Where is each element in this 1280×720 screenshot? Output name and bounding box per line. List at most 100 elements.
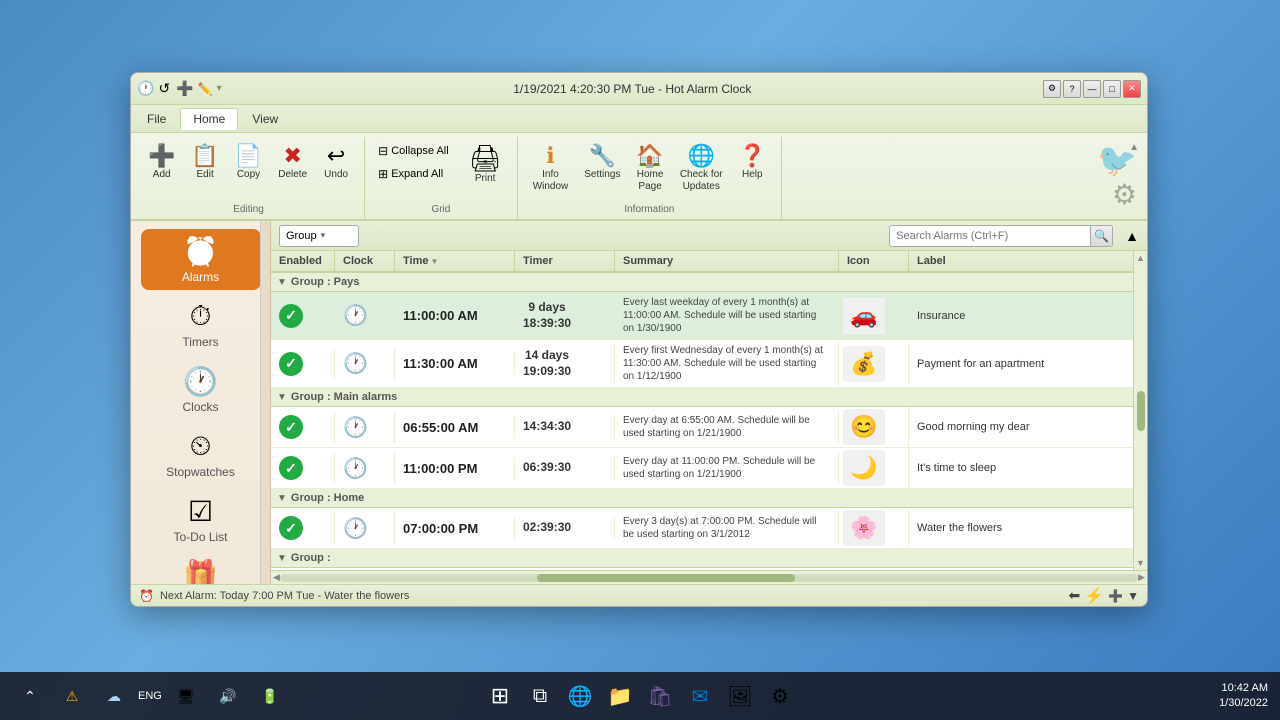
scroll-up-arrow[interactable]: ▲ — [1136, 253, 1145, 263]
check-updates-button[interactable]: 🌐 Check forUpdates — [673, 141, 730, 197]
label-cell: Insurance — [909, 306, 1133, 326]
search-input[interactable] — [890, 230, 1090, 242]
help-button[interactable]: ❓ Help — [732, 141, 773, 185]
arrow-left-icon[interactable]: ⬅ — [1069, 587, 1081, 604]
ribbon-editing-group: ➕ Add 📋 Edit 📄 Copy ✖ Delete ↩ Undo — [133, 137, 365, 219]
summary-text: Every 3 day(s) at 7:00:00 PM. Schedule w… — [623, 515, 830, 541]
group-main-toggle[interactable]: ▼ — [277, 392, 287, 403]
volume-icon[interactable]: 🔊 — [210, 678, 246, 714]
info-window-button[interactable]: ℹ InfoWindow — [526, 141, 576, 197]
battery-icon[interactable]: 🔋 — [252, 678, 288, 714]
taskbar-time-display[interactable]: 10:42 AM 1/30/2022 — [1219, 681, 1268, 712]
sidebar-scrollbar[interactable] — [260, 221, 270, 584]
group-home-toggle[interactable]: ▼ — [277, 493, 287, 504]
alarm-thumbnail: 🌙 — [843, 450, 885, 486]
sidebar-item-alarms[interactable]: ⏰ Alarms — [141, 229, 261, 290]
settings-icon[interactable]: ⚙ — [1043, 80, 1061, 98]
expand-all-button[interactable]: ⊞ Expand All — [371, 164, 456, 184]
scroll-right-arrow[interactable]: ▶ — [1138, 572, 1145, 583]
quick-back-btn[interactable]: ↺ — [158, 80, 170, 97]
edit-button[interactable]: 📋 Edit — [184, 141, 225, 185]
home-icon: 🏠 — [636, 145, 663, 167]
close-button[interactable]: ✕ — [1123, 80, 1141, 98]
alarms-icon: ⏰ — [183, 235, 218, 268]
sidebar-item-timers[interactable]: ⏱ Timers — [141, 294, 261, 355]
add-label: Add — [153, 169, 171, 181]
undo-button[interactable]: ↩ Undo — [316, 141, 356, 185]
status-clock-icon: ⏰ — [139, 589, 154, 603]
monitor-icon[interactable]: 🖥 — [168, 678, 204, 714]
group-pays-row: ▼ Group : Pays — [271, 273, 1133, 292]
menu-home[interactable]: Home — [180, 108, 238, 130]
sidebar-item-todo[interactable]: ☑ To-Do List — [141, 489, 261, 550]
lightning-icon[interactable]: ⚡ — [1084, 586, 1104, 606]
sidebar-item-stopwatches[interactable]: ⏲ Stopwatches — [141, 424, 261, 485]
check-enabled-icon: ✓ — [279, 516, 303, 540]
sidebar-gift-icon: 🎁 — [179, 554, 222, 584]
clock-cell: 🕐 — [335, 411, 395, 444]
menu-file[interactable]: File — [135, 109, 178, 129]
scroll-up-btn[interactable]: ▲ — [1125, 228, 1139, 244]
alarm-time-value: 11:00:00 AM — [403, 308, 478, 323]
ms-store-btn[interactable]: 🛍 — [642, 678, 678, 714]
collapse-icon: ⊟ — [378, 144, 388, 158]
group-pays-toggle[interactable]: ▼ — [277, 277, 287, 288]
settings-button[interactable]: 🔧 Settings — [577, 141, 627, 185]
table-scrollbar[interactable]: ▲ ▼ — [1133, 251, 1147, 570]
table-row[interactable]: ✓ 🕐 11:00:00 PM 06:39:30 Every day at 1 — [271, 448, 1133, 489]
summary-cell: Every last weekday of every 1 month(s) a… — [615, 292, 839, 339]
help-title-btn[interactable]: ? — [1063, 80, 1081, 98]
scroll-down-arrow[interactable]: ▼ — [1136, 558, 1145, 568]
status-bar-right: ⬅ ⚡ ➕ ▼ — [1069, 586, 1140, 606]
notification-icon[interactable]: ⚠ — [54, 678, 90, 714]
table-row[interactable]: ✓ 🕐 06:55:00 AM 14:34:30 Every day at 6 — [271, 407, 1133, 448]
app-icon: 🕐 — [137, 80, 154, 97]
status-text: Next Alarm: Today 7:00 PM Tue - Water th… — [160, 590, 409, 602]
search-button[interactable]: 🔍 — [1090, 225, 1112, 247]
more-icon[interactable]: ▼ — [1127, 589, 1139, 603]
group-dropdown[interactable]: Group ▾ — [279, 225, 359, 247]
scroll-left-arrow[interactable]: ◀ — [273, 572, 280, 583]
summary-text: Every last weekday of every 1 month(s) a… — [623, 296, 830, 335]
file-explorer-btn[interactable]: 📁 — [602, 678, 638, 714]
edge-btn[interactable]: 🌐 — [562, 678, 598, 714]
home-page-button[interactable]: 🏠 HomePage — [629, 141, 670, 197]
quick-more-btn[interactable]: ▾ — [217, 83, 222, 94]
dropdown-chevron-icon: ▾ — [321, 230, 326, 241]
horizontal-scrollbar[interactable]: ◀ ▶ — [271, 570, 1147, 584]
clock-cell: 🕐 — [335, 512, 395, 545]
summary-text: Every first Wednesday of every 1 month(s… — [623, 344, 830, 383]
help-icon: ❓ — [739, 145, 766, 167]
collapse-all-button[interactable]: ⊟ Collapse All — [371, 141, 456, 161]
minimize-button[interactable]: — — [1083, 80, 1101, 98]
col-timer: Timer — [515, 251, 615, 271]
col-time[interactable]: Time▼ — [395, 251, 515, 271]
copy-button[interactable]: 📄 Copy — [228, 141, 269, 185]
time-cell: 11:30:00 AM — [395, 352, 515, 375]
sidebar-item-clocks[interactable]: 🕐 Clocks — [141, 359, 261, 420]
table-row[interactable]: ✓ 🕐 11:00:00 AM 9 days18:39:30 Every la — [271, 292, 1133, 340]
system-tray-btn[interactable]: ⌃ — [12, 678, 48, 714]
quick-add-btn[interactable]: ➕ — [176, 80, 193, 97]
task-view-btn[interactable]: ⧉ — [522, 678, 558, 714]
maximize-button[interactable]: □ — [1103, 80, 1121, 98]
table-row[interactable]: ✓ 🕐 07:00:00 PM 02:39:30 Every 3 day(s) — [271, 508, 1133, 549]
mail-btn[interactable]: ✉ — [682, 678, 718, 714]
group-empty-toggle[interactable]: ▼ — [277, 553, 287, 564]
settings-taskbar-btn[interactable]: ⚙ — [762, 678, 798, 714]
eng-label: ENG — [138, 690, 162, 702]
table-row[interactable]: ✓ 🕐 11:30:00 AM 14 days19:09:30 Every f — [271, 340, 1133, 388]
cloud-icon[interactable]: ☁ — [96, 678, 132, 714]
taskbar-right: 10:42 AM 1/30/2022 — [1219, 681, 1268, 712]
quick-edit-btn[interactable]: ✏️ — [198, 82, 213, 96]
plus-icon[interactable]: ➕ — [1108, 589, 1123, 603]
start-button[interactable]: ⊞ — [482, 678, 518, 714]
stopwatches-label: Stopwatches — [166, 465, 235, 479]
print-button[interactable]: 🖨 Print — [460, 141, 511, 189]
menu-view[interactable]: View — [240, 109, 290, 129]
delete-button[interactable]: ✖ Delete — [271, 141, 314, 185]
add-button[interactable]: ➕ Add — [141, 141, 182, 185]
group-pays-label: Group : Pays — [291, 276, 359, 288]
taskbar-app5[interactable]: 🖼 — [722, 678, 758, 714]
collapse-ribbon-btn[interactable]: ▲ — [1129, 139, 1139, 153]
